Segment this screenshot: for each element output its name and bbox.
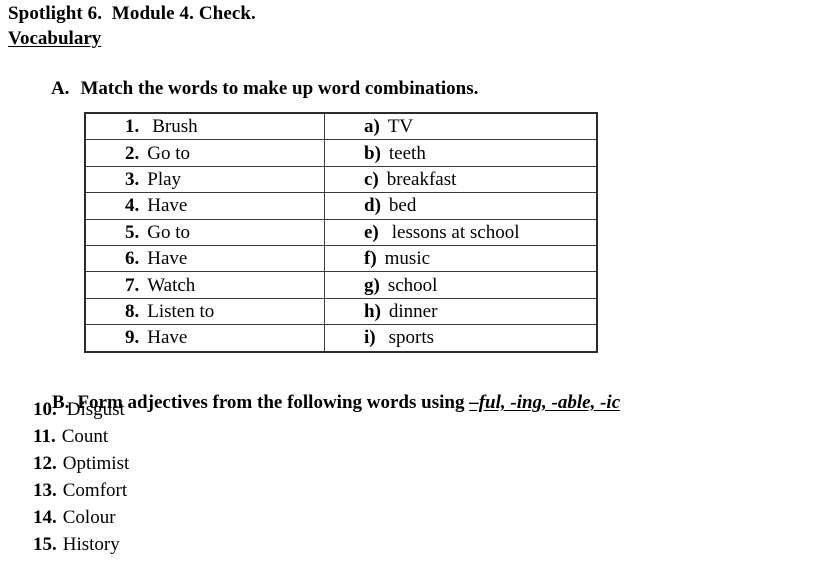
right-item-key: d) — [364, 195, 381, 217]
right-item-value: lessons at school — [391, 221, 520, 243]
left-item-value: Have — [147, 195, 188, 217]
table-cell-left[interactable]: 8. Listen to — [84, 297, 325, 326]
list-item-word: Disgust — [66, 399, 125, 420]
table-row: 5. Go to e) lessons at school — [84, 218, 598, 246]
list-item-number: 10. — [33, 399, 57, 420]
list-item-word: Optimist — [62, 453, 130, 474]
section-heading-vocabulary: Vocabulary — [8, 28, 102, 49]
left-item-key: 6. — [125, 248, 140, 270]
left-item-key: 1. — [125, 116, 140, 138]
left-item-value: Play — [147, 168, 182, 190]
match-table-body: 1. Brush a) TV 2. Go to b) teeth 3. Play c) br… — [84, 112, 598, 353]
table-cell-left[interactable]: 5. Go to — [84, 218, 325, 246]
left-item-key: 2. — [125, 142, 140, 164]
right-item-value: school — [387, 274, 438, 296]
left-item-value: Go to — [147, 142, 190, 164]
list-item[interactable]: 11. Count — [33, 423, 333, 450]
right-item-value: teeth — [388, 142, 426, 164]
task-a-instruction-text: Match the words to make up word combinat… — [80, 78, 479, 99]
right-item-value: music — [384, 248, 431, 270]
table-row: 8. Listen to h) dinner — [84, 297, 598, 326]
left-item-value: Have — [147, 248, 188, 270]
table-cell-right[interactable]: h) dinner — [324, 297, 598, 326]
list-item-number: 15. — [33, 534, 57, 555]
table-row: 6. Have f) music — [84, 244, 598, 273]
match-words-table: 1. Brush a) TV 2. Go to b) teeth 3. Play c) br… — [84, 112, 598, 353]
right-item-value: TV — [387, 116, 414, 138]
task-b-word-list: 10. Disgust 11. Count 12. Optimist 13. Comfo… — [33, 396, 333, 558]
right-item-value: dinner — [388, 300, 438, 322]
right-item-value: bed — [388, 195, 417, 217]
left-item-key: 3. — [125, 168, 140, 190]
left-item-key: 9. — [125, 327, 140, 349]
table-row: 1. Brush a) TV — [84, 112, 598, 141]
left-item-value: Have — [147, 327, 188, 349]
table-cell-left[interactable]: 6. Have — [84, 244, 325, 273]
left-item-value: Brush — [152, 116, 198, 138]
table-row: 2. Go to b) teeth — [84, 139, 598, 167]
list-item[interactable]: 14. Colour — [33, 504, 333, 531]
table-cell-left[interactable]: 2. Go to — [84, 139, 325, 167]
right-item-key: h) — [364, 300, 381, 322]
list-item-number: 13. — [33, 480, 57, 501]
left-item-key: 8. — [125, 300, 140, 322]
table-cell-right[interactable]: e) lessons at school — [324, 218, 598, 246]
list-item-number: 12. — [33, 453, 57, 474]
right-item-key: c) — [364, 168, 379, 190]
list-item[interactable]: 10. Disgust — [33, 396, 333, 423]
table-cell-right[interactable]: d) bed — [324, 192, 598, 220]
worksheet-page: Spotlight 6. Module 4. Check. Vocabulary… — [0, 0, 816, 563]
list-item[interactable]: 12. Optimist — [33, 450, 333, 477]
right-item-key: f) — [364, 248, 377, 270]
table-cell-left[interactable]: 4. Have — [84, 192, 325, 220]
table-row: 4. Have d) bed — [84, 192, 598, 220]
table-cell-right[interactable]: f) music — [324, 244, 598, 273]
right-item-value: sports — [388, 327, 435, 349]
task-b-suffix-list: –ful, -ing, -able, -ic — [469, 392, 621, 413]
table-row: 9. Have i) sports — [84, 324, 598, 353]
left-item-key: 5. — [125, 221, 140, 243]
left-item-value: Go to — [147, 221, 190, 243]
left-item-key: 7. — [125, 274, 140, 296]
left-item-value: Listen to — [147, 300, 215, 322]
right-item-value: breakfast — [386, 168, 457, 190]
right-item-key: b) — [364, 142, 381, 164]
table-cell-right[interactable]: a) TV — [324, 112, 598, 141]
table-row: 3. Play c) breakfast — [84, 165, 598, 194]
right-item-key: e) — [364, 221, 379, 243]
page-title: Spotlight 6. Module 4. Check. — [8, 3, 256, 24]
list-item[interactable]: 15. History — [33, 531, 333, 558]
right-item-key: g) — [364, 274, 380, 296]
left-item-key: 4. — [125, 195, 140, 217]
table-cell-right[interactable]: c) breakfast — [324, 165, 598, 194]
list-item-number: 14. — [33, 507, 57, 528]
list-item[interactable]: 13. Comfort — [33, 477, 333, 504]
table-cell-left[interactable]: 1. Brush — [84, 112, 325, 141]
list-item-word: Colour — [62, 507, 116, 528]
table-cell-right[interactable]: g) school — [324, 271, 598, 299]
table-cell-left[interactable]: 9. Have — [84, 324, 325, 353]
task-a-enumerator: A. — [50, 78, 70, 99]
right-item-key: i) — [364, 327, 376, 349]
list-item-word: History — [62, 534, 120, 555]
list-item-number: 11. — [33, 426, 56, 447]
table-cell-left[interactable]: 7. Watch — [84, 271, 325, 299]
table-cell-left[interactable]: 3. Play — [84, 165, 325, 194]
list-item-word: Count — [61, 426, 109, 447]
left-item-value: Watch — [147, 274, 196, 296]
table-cell-right[interactable]: b) teeth — [324, 139, 598, 167]
table-row: 7. Watch g) school — [84, 271, 598, 299]
table-cell-right[interactable]: i) sports — [324, 324, 598, 353]
right-item-key: a) — [364, 116, 380, 138]
list-item-word: Comfort — [62, 480, 128, 501]
